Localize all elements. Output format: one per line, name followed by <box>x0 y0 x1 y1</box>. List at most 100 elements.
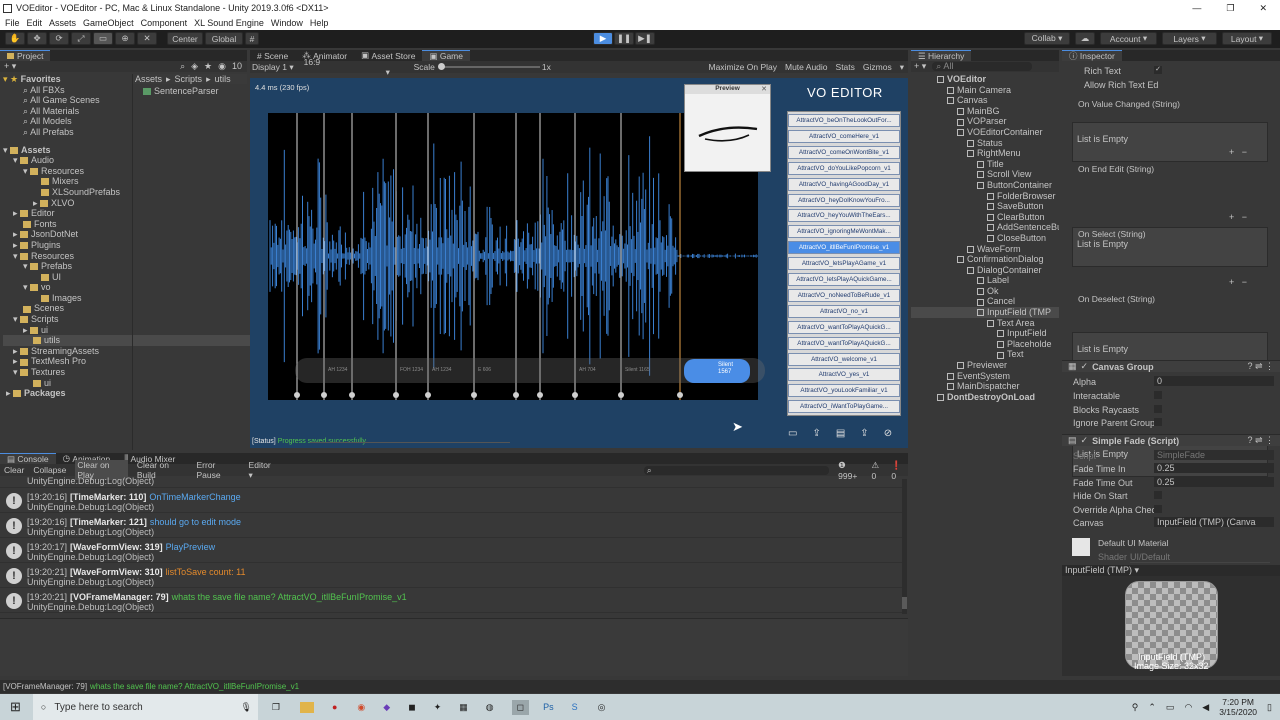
console-log-entry[interactable]: UnityEngine.Debug:Log(Object) <box>0 476 902 488</box>
time-marker-handle[interactable] <box>572 392 578 398</box>
transform-tool-icon[interactable]: ⊕ <box>115 32 135 45</box>
hierarchy-item[interactable]: ClearButton <box>911 212 1059 223</box>
tab-game[interactable]: ▣ Game <box>422 50 470 61</box>
folder-item[interactable]: ▸ TextMesh Pro <box>3 356 130 367</box>
minimize-button[interactable]: — <box>1192 3 1201 14</box>
display-dropdown[interactable]: Display 1 ▾ <box>252 62 294 73</box>
hierarchy-item[interactable]: ConfirmationDialog <box>911 254 1059 265</box>
notification-icon[interactable]: ▯ <box>1267 702 1272 713</box>
clip-list-item[interactable]: AttractVO_iWantToPlayGame... <box>788 400 900 414</box>
app-icon[interactable]: ✦ <box>434 702 442 713</box>
hierarchy-item[interactable]: Placeholde <box>911 339 1059 350</box>
time-marker-handle[interactable] <box>393 392 399 398</box>
menu-component[interactable]: Component <box>141 18 188 28</box>
scale-tool-icon[interactable]: ⤢ <box>71 32 91 45</box>
collapse-toggle[interactable]: Collapse <box>33 465 66 475</box>
clip-list-item[interactable]: AttractVO_yes_v1 <box>788 368 900 382</box>
pause-button[interactable]: ❚❚ <box>614 32 634 45</box>
folder-item[interactable]: ▾ Prefabs <box>3 261 130 272</box>
calculator-icon[interactable]: ▦ <box>459 702 468 713</box>
hierarchy-item[interactable]: Status <box>911 138 1059 149</box>
app-icon[interactable]: S <box>572 702 578 712</box>
file-item[interactable]: SentenceParser <box>133 86 247 96</box>
hierarchy-item[interactable]: RightMenu <box>911 148 1059 159</box>
unity-hub-icon[interactable]: ◼ <box>408 702 415 713</box>
time-marker-handle[interactable] <box>513 392 519 398</box>
maximize-button[interactable]: ❐ <box>1226 3 1234 14</box>
hierarchy-item[interactable]: Canvas <box>911 95 1059 106</box>
clip-list-item[interactable]: AttractVO_ignoringMeWontMak... <box>788 225 900 239</box>
folder-item[interactable]: ▸ StreamingAssets <box>3 346 130 357</box>
network-icon[interactable]: ▭ <box>1166 702 1175 713</box>
component-menu-icon[interactable]: ? ⇌ ⋮ <box>1247 361 1274 372</box>
folder-item[interactable]: ▸ Plugins <box>3 240 130 251</box>
hierarchy-item[interactable]: Text <box>911 349 1059 360</box>
folder-item[interactable]: ▸ ui <box>3 325 130 336</box>
windows-start-icon[interactable]: ⊞ <box>10 699 21 715</box>
folder-item[interactable]: Scenes <box>3 303 130 314</box>
rect-tool-icon[interactable]: ▭ <box>93 32 113 45</box>
console-log-entry[interactable]: ! [19:20:17] [WaveFormView: 319] PlayPrevie… <box>0 538 902 563</box>
folder-item[interactable]: ▸ XLVO <box>3 198 130 209</box>
pivot-center-button[interactable]: Center <box>167 32 203 45</box>
tab-inspector[interactable]: ⓘ Inspector <box>1062 50 1122 61</box>
clip-list-item[interactable]: AttractVO_comeHere_v1 <box>788 129 900 143</box>
override-alpha-checkbox[interactable] <box>1154 505 1162 513</box>
canvas-group-header[interactable]: ▦ ✓ Canvas Group ? ⇌ ⋮ <box>1062 360 1280 372</box>
folder-item[interactable]: Fonts <box>3 219 130 230</box>
tab-hierarchy[interactable]: ☰ Hierarchy <box>911 50 972 61</box>
tab-console[interactable]: ▤ Console <box>0 453 56 464</box>
hierarchy-item[interactable]: Ok <box>911 286 1059 297</box>
app-icon[interactable]: ◎ <box>598 702 606 713</box>
filter-icon[interactable]: ◈ <box>191 61 198 72</box>
folder-item[interactable]: Images <box>3 293 130 304</box>
folder-item[interactable]: ▾ Scripts <box>3 314 130 325</box>
shader-dropdown[interactable]: UI/Default <box>1130 552 1270 563</box>
step-button[interactable]: ▶❚ <box>635 32 655 45</box>
hierarchy-item[interactable]: ButtonContainer <box>911 180 1059 191</box>
close-icon[interactable]: ✕ <box>761 85 767 93</box>
hierarchy-item[interactable]: Title <box>911 159 1059 170</box>
fav-item[interactable]: ⌕ All Models <box>3 116 130 127</box>
blocks-raycasts-checkbox[interactable] <box>1154 405 1162 413</box>
time-marker-handle[interactable] <box>677 392 683 398</box>
clip-list-item[interactable]: AttractVO_doYouLikePopcorn_v1 <box>788 161 900 175</box>
assets-root[interactable]: ▾ Assets <box>3 145 130 156</box>
fav-item[interactable]: ⌕ All Game Scenes <box>3 95 130 106</box>
packages-root[interactable]: ▸ Packages <box>3 388 130 399</box>
hierarchy-item[interactable]: AddSentenceBu <box>911 222 1059 233</box>
time-marker-handle[interactable] <box>294 392 300 398</box>
mute-audio-toggle[interactable]: Mute Audio <box>785 62 828 73</box>
clip-list-item[interactable]: AttractVO_itllBeFunIPromise_v1 <box>788 241 900 255</box>
selected-frame[interactable]: Silent 1567 <box>684 359 750 383</box>
hierarchy-item[interactable]: VOEditorContainer <box>911 127 1059 138</box>
rich-text-checkbox[interactable]: ✓ <box>1154 66 1162 74</box>
grid-snap-icon[interactable]: # <box>245 32 259 45</box>
hierarchy-item[interactable]: Previewer <box>911 360 1059 371</box>
hierarchy-item[interactable]: MainDispatcher <box>911 381 1059 392</box>
menu-help[interactable]: Help <box>310 18 329 28</box>
hierarchy-item[interactable]: Scroll View <box>911 169 1059 180</box>
create-button[interactable]: + ▾ <box>4 61 16 72</box>
enabled-checkbox[interactable]: ✓ <box>1081 361 1089 372</box>
folder-item[interactable]: Mixers <box>3 176 130 187</box>
folder-item[interactable]: ▸ JsonDotNet <box>3 229 130 240</box>
hierarchy-search[interactable]: ⌕ All <box>932 62 1033 71</box>
interactable-checkbox[interactable] <box>1154 391 1162 399</box>
clip-list-item[interactable]: AttractVO_welcome_v1 <box>788 352 900 366</box>
search-icon[interactable]: ⌕ <box>180 61 185 72</box>
time-marker-handle[interactable] <box>471 392 477 398</box>
rotate-tool-icon[interactable]: ⟳ <box>49 32 69 45</box>
hierarchy-item[interactable]: Main Camera <box>911 85 1059 96</box>
time-marker-handle[interactable] <box>618 392 624 398</box>
console-log-entry[interactable]: ! [19:20:16] [TimeMarker: 121] should go to… <box>0 513 902 538</box>
hierarchy-item[interactable]: DontDestroyOnLoad <box>911 392 1059 403</box>
hierarchy-item[interactable]: InputField <box>911 328 1059 339</box>
app-icon[interactable]: ● <box>332 702 337 712</box>
clip-list-item[interactable]: AttractVO_beOnTheLookOutFor... <box>788 114 900 127</box>
maximize-on-play-toggle[interactable]: Maximize On Play <box>709 62 778 73</box>
clip-list-item[interactable]: AttractVO_havingAGoodDay_v1 <box>788 177 900 191</box>
folder-item[interactable]: ▾ Textures <box>3 367 130 378</box>
visual-studio-icon[interactable]: ◆ <box>383 702 390 713</box>
folder-item[interactable]: ▾ Audio <box>3 155 130 166</box>
